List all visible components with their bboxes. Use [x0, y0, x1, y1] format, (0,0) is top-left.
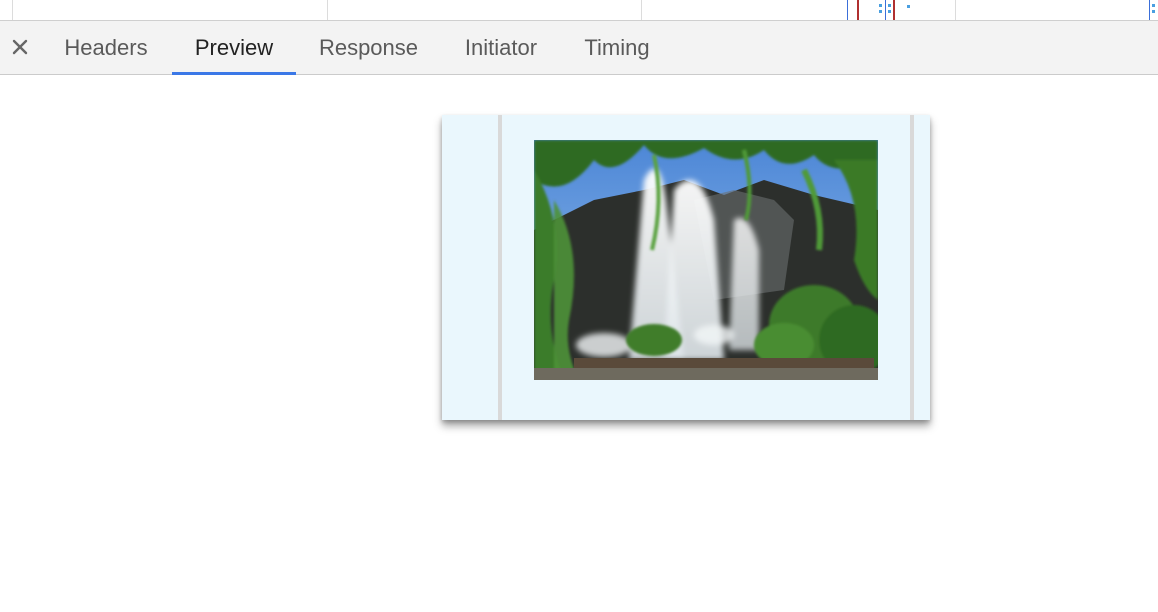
frame-right-bar [910, 115, 914, 420]
waterfall-dot [888, 10, 891, 13]
waterfall-marker [1149, 0, 1150, 20]
image-preview-frame [442, 115, 930, 420]
waterfall-divider [955, 0, 956, 20]
close-icon [12, 39, 28, 55]
tab-response[interactable]: Response [305, 21, 432, 74]
waterfall-divider [641, 0, 642, 20]
devtools-network-panel: Headers Preview Response Initiator Timin… [0, 0, 1158, 612]
frame-left-bar [498, 115, 502, 420]
preview-image [534, 140, 878, 380]
waterfall-dot [907, 5, 910, 8]
tab-preview[interactable]: Preview [172, 21, 296, 75]
waterfall-dot [1152, 10, 1155, 13]
waterfall-divider [327, 0, 328, 20]
waterfall-divider [12, 0, 13, 20]
fountain-photo-icon [534, 140, 878, 380]
tab-initiator[interactable]: Initiator [452, 21, 550, 74]
preview-pane [0, 75, 1158, 612]
waterfall-dot [1152, 4, 1155, 7]
close-details-button[interactable] [8, 34, 32, 60]
waterfall-dot [888, 4, 891, 7]
waterfall-marker [857, 0, 859, 20]
detail-tab-bar: Headers Preview Response Initiator Timin… [0, 21, 1158, 75]
waterfall-marker [893, 0, 895, 20]
waterfall-dot [879, 10, 882, 13]
network-waterfall-strip [0, 0, 1158, 21]
waterfall-marker [885, 0, 886, 20]
tab-headers[interactable]: Headers [52, 21, 160, 74]
waterfall-dot [879, 4, 882, 7]
waterfall-marker [847, 0, 848, 20]
tab-timing[interactable]: Timing [572, 21, 662, 74]
